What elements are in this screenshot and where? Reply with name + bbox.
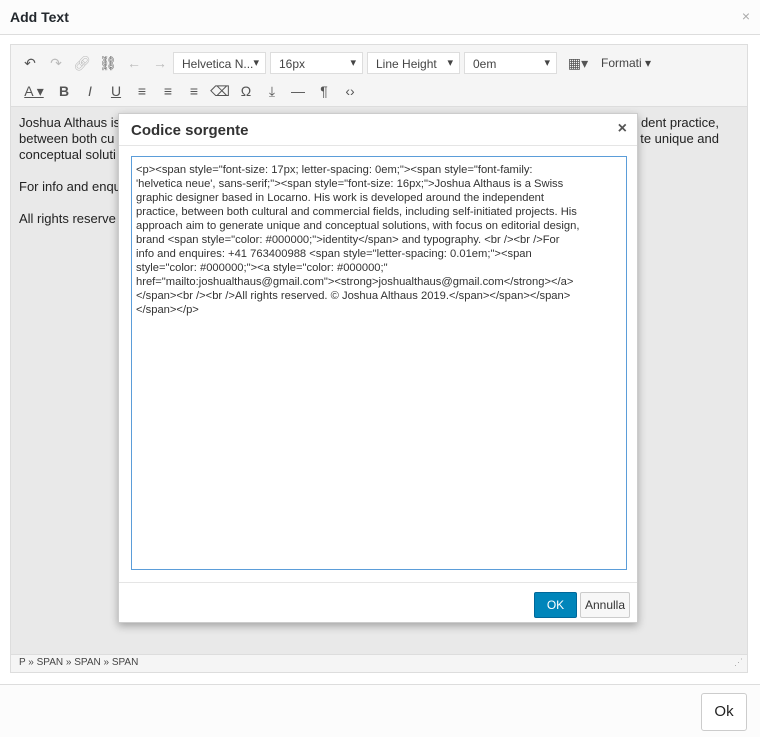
code-line: brand <span style="color: #000000;">iden… [136, 234, 560, 246]
special-character-icon[interactable]: Ω [233, 79, 259, 103]
modal-close-icon[interactable]: × [618, 120, 627, 138]
line-height-select[interactable]: Line Height [367, 52, 460, 74]
element-path: P » SPAN » SPAN » SPAN [19, 657, 139, 668]
code-line: style="color: #000000;"><a style="color:… [136, 262, 388, 274]
content-line: Joshua Althaus is [19, 115, 121, 130]
cancel-button[interactable]: Annulla [580, 592, 630, 618]
code-line: href="mailto:joshualthaus@gmail.com"><st… [136, 276, 574, 288]
dialog-titlebar: Add Text × [0, 0, 760, 35]
table-icon[interactable]: ▦▾ [561, 51, 595, 75]
code-line: approach aim to generate unique and conc… [136, 220, 580, 232]
source-code-icon[interactable]: ‹› [337, 79, 363, 103]
underline-icon[interactable]: U [103, 79, 129, 103]
editor-content[interactable]: Joshua Althaus is between both cu concep… [19, 115, 121, 227]
code-line: <p><span style="font-size: 17px; letter-… [136, 164, 533, 176]
editor-toolbar: ↶ ↷ 🔗︎ ⛓ ← → Helvetica N... 16px Line He… [11, 45, 747, 107]
content-line: For info and enqu [19, 179, 121, 194]
ok-button[interactable]: OK [534, 592, 577, 618]
formats-label: Formati [601, 56, 642, 70]
text-color-icon[interactable]: A ▾ [17, 79, 51, 103]
code-line: info and enquires: +41 763400988 <span s… [136, 248, 532, 260]
code-line: practice, between both cultural and comm… [136, 206, 577, 218]
dialog-title: Add Text [10, 9, 69, 25]
dialog-close-icon[interactable]: × [742, 8, 750, 24]
italic-icon[interactable]: I [77, 79, 103, 103]
modal-title: Codice sorgente [131, 122, 249, 139]
paragraph-icon[interactable]: ¶ [311, 79, 337, 103]
content-line: conceptual soluti [19, 147, 116, 162]
source-code-modal: Codice sorgente × <p><span style="font-s… [118, 113, 638, 623]
modal-header: Codice sorgente × [119, 114, 637, 146]
resize-handle-icon[interactable]: ⋰ [734, 657, 743, 668]
content-line: dent practice, [640, 115, 719, 130]
font-family-select[interactable]: Helvetica N... [173, 52, 266, 74]
content-line: between both cu [19, 131, 115, 146]
indent-arrow-icon[interactable]: → [147, 51, 173, 75]
bold-icon[interactable]: B [51, 79, 77, 103]
content-line: te unique and [640, 131, 719, 146]
source-code-textarea[interactable]: <p><span style="font-size: 17px; letter-… [131, 156, 627, 570]
code-line: 'helvetica neue', sans-serif;"><span sty… [136, 178, 564, 190]
align-right-icon[interactable]: ≡ [181, 79, 207, 103]
code-line: </span></p> [136, 304, 199, 316]
align-center-icon[interactable]: ≡ [155, 79, 181, 103]
dialog-footer: Ok [0, 684, 760, 737]
unlink-icon[interactable]: ⛓ [95, 51, 121, 75]
link-icon[interactable]: 🔗︎ [69, 51, 95, 75]
outdent-arrow-icon[interactable]: ← [121, 51, 147, 75]
redo-icon[interactable]: ↷ [43, 51, 69, 75]
content-line: All rights reserve [19, 211, 116, 226]
horizontal-line-icon[interactable]: — [285, 79, 311, 103]
align-left-icon[interactable]: ≡ [129, 79, 155, 103]
paste-text-icon[interactable]: ⤓ [259, 79, 285, 103]
undo-icon[interactable]: ↶ [17, 51, 43, 75]
dialog-ok-button[interactable]: Ok [701, 693, 747, 731]
font-size-select[interactable]: 16px [270, 52, 363, 74]
clear-formatting-icon[interactable]: ⌫ [207, 79, 233, 103]
editor-content-right: dent practice, te unique and [640, 115, 719, 147]
letter-spacing-select[interactable]: 0em [464, 52, 557, 74]
formats-menu[interactable]: Formati ▾ [601, 56, 651, 70]
code-line: graphic designer based in Locarno. His w… [136, 192, 544, 204]
element-path-statusbar: P » SPAN » SPAN » SPAN ⋰ [11, 654, 747, 672]
code-line: </span><br /><br />All rights reserved. … [136, 290, 571, 302]
modal-footer: OK Annulla [119, 582, 637, 624]
